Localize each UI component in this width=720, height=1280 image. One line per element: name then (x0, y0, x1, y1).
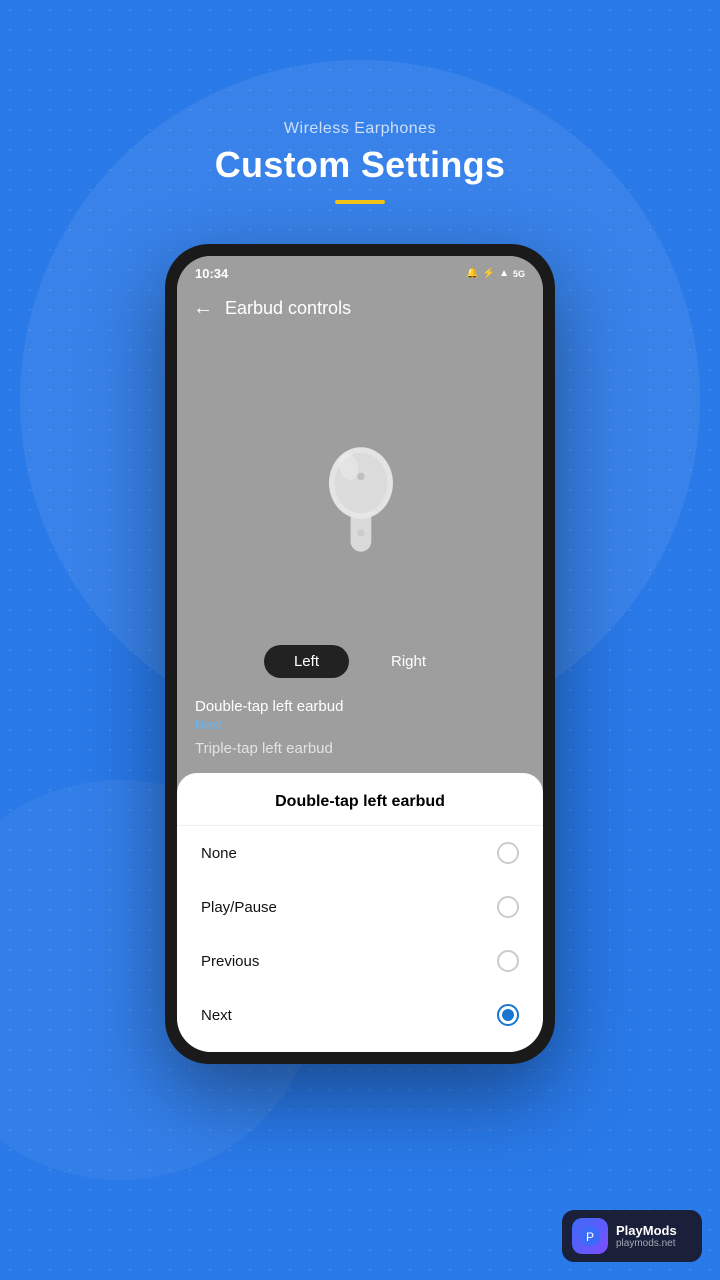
playmods-text: PlayMods playmods.net (616, 1223, 677, 1249)
status-icon-alarm: 🔔 (466, 268, 478, 279)
back-button[interactable]: ← (193, 297, 213, 320)
playmods-name: PlayMods (616, 1223, 677, 1238)
double-tap-title: Double-tap left earbud (195, 698, 525, 715)
option-none[interactable]: None (177, 826, 543, 880)
option-next[interactable]: Next (177, 988, 543, 1042)
earbud-area (177, 330, 543, 635)
earbud-image (290, 403, 430, 563)
toggle-left-button[interactable]: Left (264, 645, 349, 678)
phone-screen: 10:34 🔔 ⚡ ▲ 5G ← Earbud controls (177, 256, 543, 1052)
triple-tap-partial: Triple-tap left earbud (195, 740, 525, 763)
phone-wrapper: 10:34 🔔 ⚡ ▲ 5G ← Earbud controls (165, 244, 555, 1064)
app-bar: ← Earbud controls (177, 287, 543, 330)
option-previous[interactable]: Previous (177, 934, 543, 988)
header-title: Custom Settings (215, 144, 506, 186)
controls-section: Double-tap left earbud Next Triple-tap l… (177, 688, 543, 773)
playmods-url: playmods.net (616, 1238, 677, 1249)
playmods-icon: P (572, 1218, 608, 1254)
option-none-radio (497, 842, 519, 864)
app-bar-title: Earbud controls (225, 298, 351, 319)
header-underline (335, 200, 385, 204)
svg-text:P: P (586, 1230, 594, 1244)
header: Wireless Earphones Custom Settings (215, 120, 506, 204)
option-next-radio (497, 1004, 519, 1026)
option-play-pause[interactable]: Play/Pause (177, 880, 543, 934)
status-icon-wifi: ▲ (499, 268, 509, 279)
bottom-sheet-title: Double-tap left earbud (177, 773, 543, 826)
status-icon-5g: 5G (513, 269, 525, 279)
playmods-badge[interactable]: P PlayMods playmods.net (562, 1210, 702, 1262)
option-previous-label: Previous (201, 953, 259, 970)
option-none-label: None (201, 845, 237, 862)
status-time: 10:34 (195, 266, 228, 281)
phone-mockup: 10:34 🔔 ⚡ ▲ 5G ← Earbud controls (165, 244, 555, 1064)
status-bar: 10:34 🔔 ⚡ ▲ 5G (177, 256, 543, 287)
option-next-label: Next (201, 1007, 232, 1024)
status-icons: 🔔 ⚡ ▲ 5G (466, 268, 525, 279)
status-icon-bt: ⚡ (483, 268, 495, 279)
toggle-right-button[interactable]: Right (361, 645, 456, 678)
option-play-pause-radio (497, 896, 519, 918)
header-subtitle: Wireless Earphones (215, 120, 506, 138)
option-play-pause-label: Play/Pause (201, 899, 277, 916)
toggle-row: Left Right (177, 635, 543, 688)
double-tap-value: Next (195, 717, 525, 732)
option-previous-radio (497, 950, 519, 972)
bottom-sheet: Double-tap left earbud None Play/Pause P… (177, 773, 543, 1052)
option-next-radio-inner (502, 1009, 514, 1021)
